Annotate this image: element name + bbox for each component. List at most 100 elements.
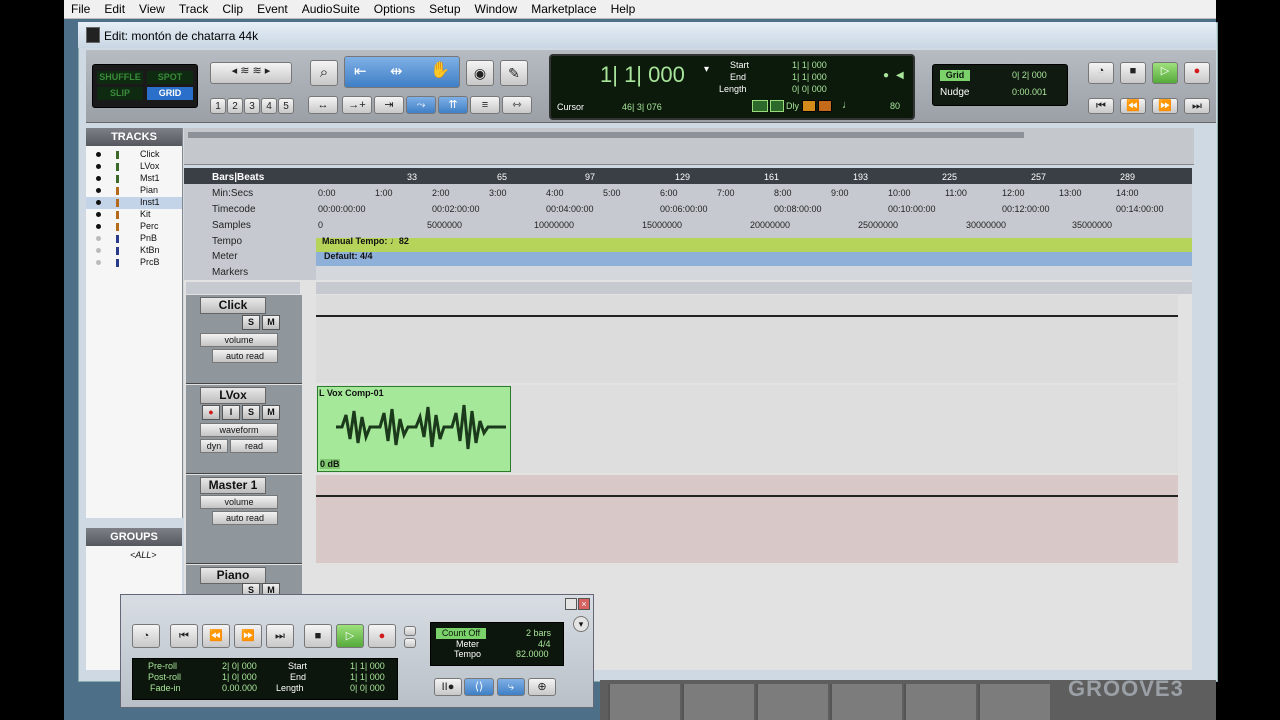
show-hide-dot[interactable] bbox=[96, 164, 101, 169]
insert-tool-icon[interactable]: →+ bbox=[342, 96, 372, 114]
show-hide-dot[interactable] bbox=[96, 200, 101, 205]
tracks-list-item[interactable]: PrcB bbox=[86, 257, 182, 269]
zoom-preset-3[interactable]: 3 bbox=[244, 98, 260, 114]
volume-automation-line[interactable] bbox=[316, 495, 1178, 497]
show-hide-dot[interactable] bbox=[96, 212, 101, 217]
show-hide-dot[interactable] bbox=[96, 236, 101, 241]
transport-expand-icon[interactable] bbox=[565, 598, 577, 610]
conductor-track-icon[interactable]: ♩ bbox=[842, 99, 853, 111]
metronome-indicator-icon[interactable] bbox=[802, 100, 816, 112]
count-off-bars[interactable]: 2 bars bbox=[526, 628, 551, 638]
scrubber-tool-icon[interactable]: ◉ bbox=[466, 60, 494, 86]
midi-input-icon[interactable] bbox=[752, 100, 768, 112]
grid-mode-button[interactable]: GRID bbox=[147, 87, 193, 100]
tracks-list-item[interactable]: Mst1 bbox=[86, 173, 182, 185]
menu-window[interactable]: Window bbox=[468, 2, 525, 16]
clip-gain[interactable]: 0 dB bbox=[320, 459, 340, 469]
stop-button-icon[interactable]: ■ bbox=[1120, 62, 1146, 84]
return-to-zero-icon[interactable]: ⏮ bbox=[1088, 98, 1114, 114]
groups-panel-header[interactable]: GROUPS bbox=[86, 528, 182, 546]
tracks-panel-header[interactable]: TRACKS bbox=[86, 128, 182, 146]
rewind-icon[interactable]: ⏪ bbox=[202, 624, 230, 648]
transport-close-icon[interactable]: × bbox=[578, 598, 590, 610]
main-counter[interactable]: 1| 1| 000 bbox=[600, 62, 685, 88]
nudge-label[interactable]: Nudge bbox=[940, 87, 969, 98]
midi-thru-icon[interactable] bbox=[770, 100, 784, 112]
track-name[interactable]: LVox bbox=[200, 387, 266, 404]
timebase-selector[interactable]: dyn bbox=[200, 439, 228, 453]
solo-button[interactable]: S bbox=[242, 315, 260, 330]
record-enable-button[interactable]: ● bbox=[202, 405, 220, 420]
slip-mode-button[interactable]: SLIP bbox=[97, 87, 143, 100]
zoom-preset-1[interactable]: 1 bbox=[210, 98, 226, 114]
record-button-icon[interactable]: ● bbox=[1184, 62, 1210, 84]
meter-event[interactable]: Default: 4/4 bbox=[324, 251, 373, 261]
spot-mode-button[interactable]: SPOT bbox=[147, 71, 193, 84]
universe-overview[interactable] bbox=[184, 128, 1194, 165]
midi-controls-icon[interactable]: ⊕ bbox=[528, 678, 556, 696]
zoom-buttons[interactable]: ◂ ≋ ≋ ▸ bbox=[210, 62, 292, 84]
tracks-list-item[interactable]: Pian bbox=[86, 185, 182, 197]
mirror-midi-icon[interactable]: ≡ bbox=[470, 96, 500, 114]
play-button-icon[interactable]: ▷ bbox=[1152, 62, 1178, 84]
menu-event[interactable]: Event bbox=[250, 2, 295, 16]
tracks-list-item[interactable]: LVox bbox=[86, 161, 182, 173]
markers-ruler[interactable] bbox=[316, 266, 1192, 280]
automation-mode-selector[interactable]: auto read bbox=[212, 511, 278, 525]
menu-setup[interactable]: Setup bbox=[422, 2, 467, 16]
menu-audiosuite[interactable]: AudioSuite bbox=[295, 2, 367, 16]
tracks-list-item[interactable]: KtBn bbox=[86, 245, 182, 257]
go-to-end-icon[interactable]: ⏭ bbox=[1184, 98, 1210, 114]
count-off-toggle[interactable]: Count Off bbox=[436, 628, 486, 639]
track-view-selector[interactable]: waveform bbox=[200, 423, 278, 437]
track-name[interactable]: Click bbox=[200, 297, 266, 314]
show-hide-dot[interactable] bbox=[96, 188, 101, 193]
selection-end[interactable]: 1| 1| 000 bbox=[792, 72, 827, 82]
click-mute-icon[interactable] bbox=[818, 100, 832, 112]
meter-ruler[interactable] bbox=[316, 252, 1192, 266]
tracks-list-item[interactable]: Inst1 bbox=[86, 197, 182, 209]
transport-start[interactable]: 1| 1| 000 bbox=[350, 661, 385, 671]
solo-button[interactable]: S bbox=[242, 405, 260, 420]
automation-follows-icon[interactable]: ⇿ bbox=[502, 96, 532, 114]
shuffle-mode-button[interactable]: SHUFFLE bbox=[97, 71, 143, 84]
grid-toggle[interactable]: Grid bbox=[940, 70, 970, 81]
loop-playback-toggle[interactable] bbox=[404, 626, 416, 636]
zoom-preset-4[interactable]: 4 bbox=[261, 98, 277, 114]
quickpunch-toggle[interactable] bbox=[404, 638, 416, 648]
transport-end[interactable]: 1| 1| 000 bbox=[350, 672, 385, 682]
nudge-value[interactable]: 0:00.001 bbox=[1012, 87, 1047, 97]
zoomer-tool-icon[interactable]: ⌕ bbox=[310, 60, 338, 86]
stop-button-icon[interactable]: ■ bbox=[304, 624, 332, 648]
go-to-end-icon[interactable]: ⏭ bbox=[266, 624, 294, 648]
smart-tool-icon[interactable]: ⇹ bbox=[390, 62, 403, 80]
zoom-preset-5[interactable]: 5 bbox=[278, 98, 294, 114]
menu-edit[interactable]: Edit bbox=[97, 2, 132, 16]
audio-clip[interactable]: L Vox Comp-01 0 dB bbox=[317, 386, 511, 472]
postroll-value[interactable]: 1| 0| 000 bbox=[222, 672, 257, 682]
link-timeline-icon[interactable]: ⤳ bbox=[406, 96, 436, 114]
menu-track[interactable]: Track bbox=[172, 2, 216, 16]
automation-mode-selector[interactable]: auto read bbox=[212, 349, 278, 363]
automation-mode-selector[interactable]: read bbox=[230, 439, 278, 453]
zoom-preset-2[interactable]: 2 bbox=[227, 98, 243, 114]
fast-forward-icon[interactable]: ⏩ bbox=[1152, 98, 1178, 114]
show-hide-dot[interactable] bbox=[96, 176, 101, 181]
tracks-list-item[interactable]: Perc bbox=[86, 221, 182, 233]
mute-button[interactable]: M bbox=[262, 405, 280, 420]
meter-value[interactable]: 4/4 bbox=[538, 639, 551, 649]
menu-marketplace[interactable]: Marketplace bbox=[524, 2, 603, 16]
shift-tool-icon[interactable]: ↔ bbox=[308, 96, 338, 114]
show-hide-dot[interactable] bbox=[96, 224, 101, 229]
main-counter-dropdown-icon[interactable]: ▾ bbox=[704, 64, 709, 75]
tempo-event[interactable]: Manual Tempo: ♩82 bbox=[322, 236, 409, 246]
input-monitor-button[interactable]: I bbox=[222, 405, 240, 420]
track-name[interactable]: Master 1 bbox=[200, 477, 266, 494]
online-button-icon[interactable]: ◔ bbox=[132, 624, 160, 648]
delay-compensation[interactable]: Dly bbox=[786, 101, 799, 111]
fadein-label[interactable]: Fade-in bbox=[150, 683, 181, 693]
link-tool-icon[interactable]: ⇥ bbox=[374, 96, 404, 114]
pencil-tool-icon[interactable]: ✎ bbox=[500, 60, 528, 86]
track-view-selector[interactable]: volume bbox=[200, 495, 278, 509]
show-hide-dot[interactable] bbox=[96, 152, 101, 157]
